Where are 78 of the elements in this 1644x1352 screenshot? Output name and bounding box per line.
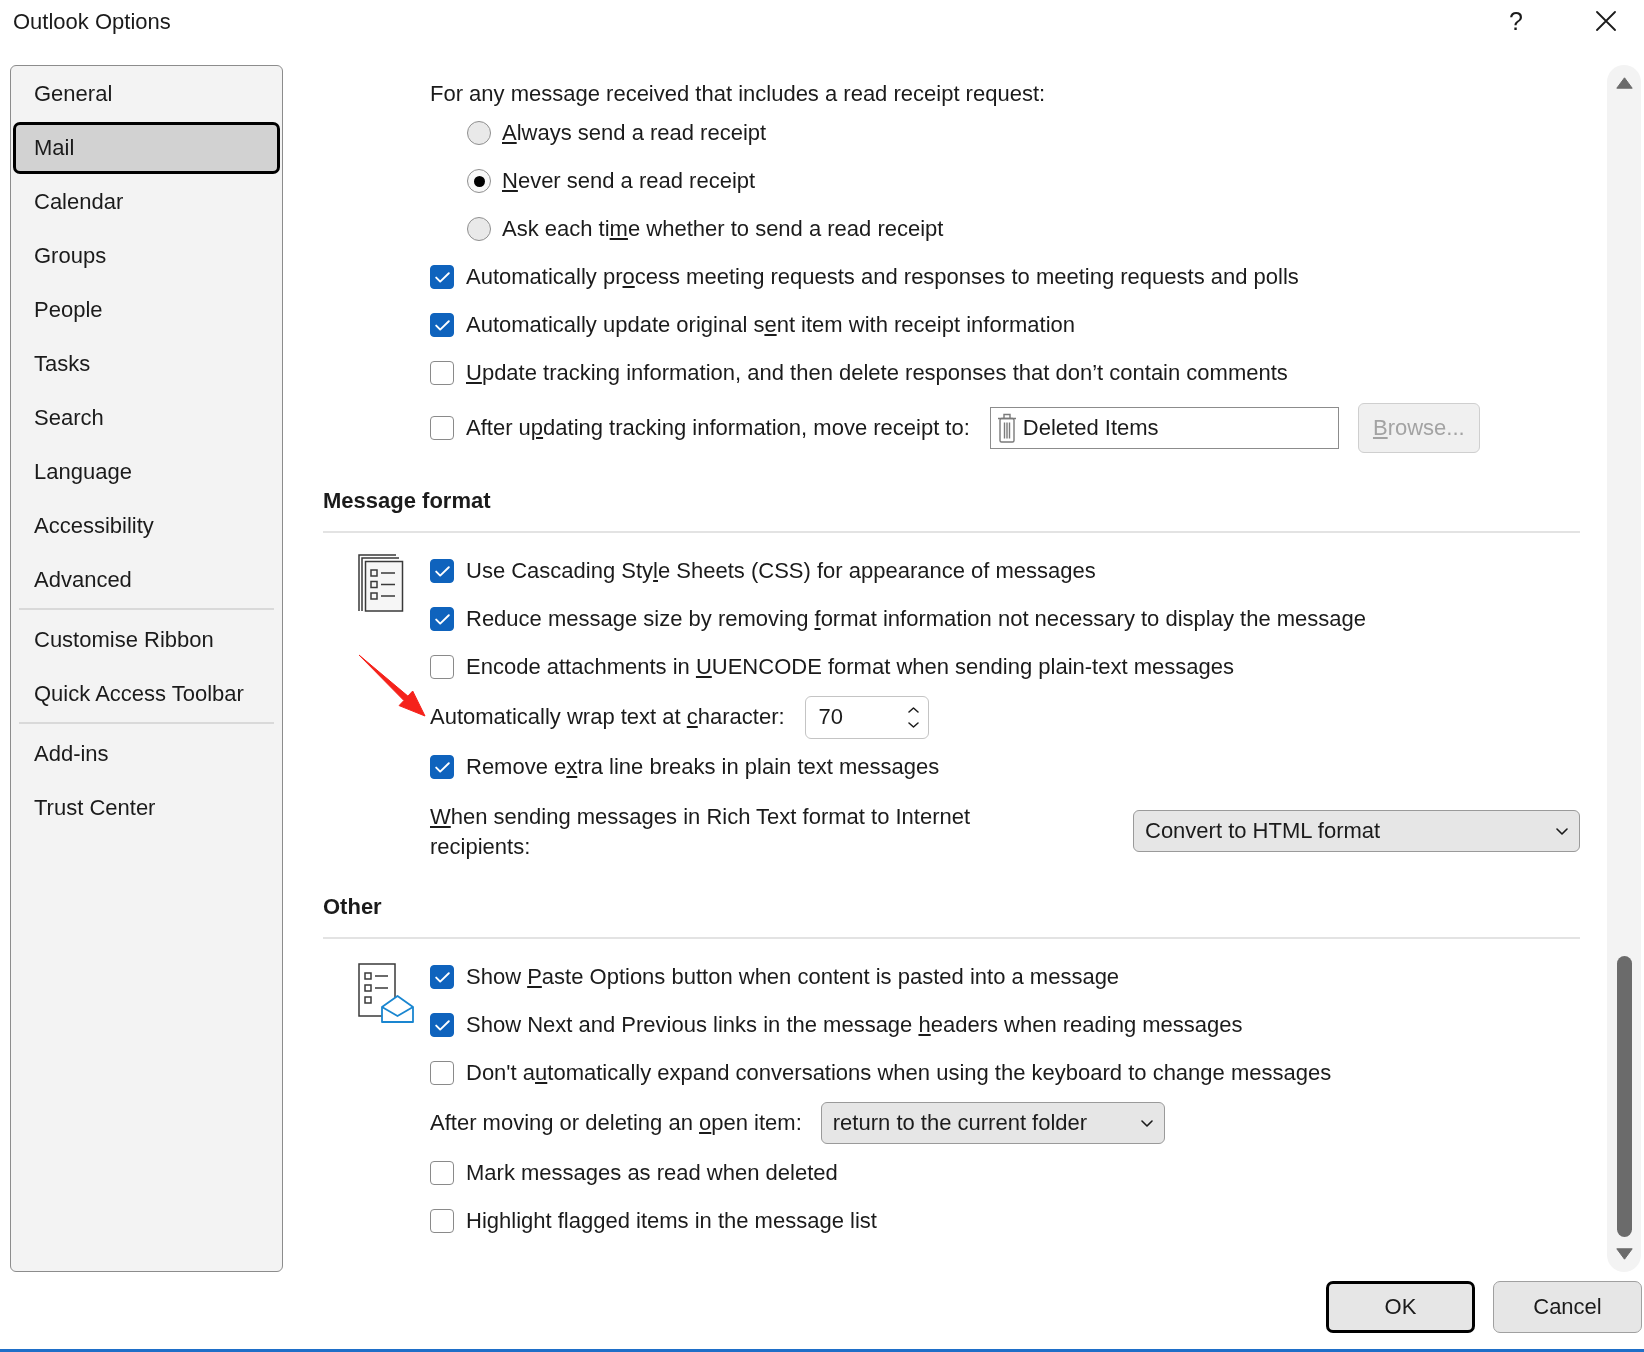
- checkbox[interactable]: [430, 1209, 454, 1233]
- checkmark-icon: [434, 613, 450, 625]
- checkbox-label: Highlight flagged items in the message list: [466, 1207, 877, 1235]
- section-heading: Other: [323, 894, 382, 919]
- checkbox-label: Show Next and Previous links in the message headers when reading messages: [466, 1011, 1243, 1039]
- section-heading: Message format: [323, 488, 491, 513]
- number-field[interactable]: 70: [804, 695, 929, 739]
- radio-label: Never send a read receipt: [502, 167, 756, 195]
- sidebar-item[interactable]: Quick Access Toolbar: [13, 667, 280, 720]
- checkbox[interactable]: [430, 755, 454, 779]
- close-icon: [1596, 11, 1616, 31]
- checkbox[interactable]: [430, 313, 454, 337]
- field-label: Automatically wrap text at character:: [430, 703, 785, 731]
- checkmark-icon: [434, 271, 450, 283]
- checkbox-label: Use Cascading Style Sheets (CSS) for appearance of messages: [466, 557, 1096, 585]
- checkbox[interactable]: [430, 265, 454, 289]
- radio-button[interactable]: [467, 217, 491, 241]
- checkbox[interactable]: [430, 361, 454, 385]
- checkmark-icon: [434, 319, 450, 331]
- checkbox[interactable]: [430, 559, 454, 583]
- sidebar-item[interactable]: Calendar: [13, 175, 280, 228]
- checkbox-label: Don't automatically expand conversations when using the keyboard to change messages: [466, 1059, 1332, 1087]
- dropdown[interactable]: return to the current folder: [820, 1102, 1165, 1144]
- sidebar-item[interactable]: Advanced: [13, 553, 280, 606]
- checkbox-label: Automatically process meeting requests and responses to meeting requests and polls: [466, 263, 1299, 291]
- checkmark-icon: [434, 971, 450, 983]
- checkmark-icon: [434, 1019, 450, 1031]
- folder-field[interactable]: Deleted Items: [989, 407, 1339, 449]
- sidebar-item[interactable]: Language: [13, 445, 280, 498]
- checkbox-label: Remove extra line breaks in plain text messages: [466, 753, 940, 781]
- scroll-down-icon[interactable]: [1615, 1248, 1633, 1260]
- scroll-up-icon[interactable]: [1615, 77, 1633, 89]
- list-envelope-icon: [358, 963, 414, 1023]
- prompt-text: For any message received that includes a read receipt request:: [430, 80, 1046, 108]
- sidebar-item[interactable]: Accessibility: [13, 499, 280, 552]
- sidebar-item[interactable]: Add-ins: [13, 727, 280, 780]
- chevron-down-icon[interactable]: [907, 721, 919, 728]
- radio-label: Always send a read receipt: [502, 119, 767, 147]
- checkbox-label: Reduce message size by removing format information not necessary to display the message: [466, 605, 1366, 633]
- checkbox-label: Show Paste Options button when content is pasted into a message: [466, 963, 1120, 991]
- checkmark-icon: [434, 761, 450, 773]
- checkbox[interactable]: [430, 1013, 454, 1037]
- checkbox[interactable]: [430, 1061, 454, 1085]
- dialog-button[interactable]: OK: [1326, 1281, 1475, 1333]
- sidebar-item[interactable]: Customise Ribbon: [13, 613, 280, 666]
- help-button[interactable]: ?: [1496, 4, 1536, 38]
- radio-button[interactable]: [467, 121, 491, 145]
- field-label: When sending messages in Rich Text format to Internet recipients:: [430, 803, 972, 861]
- checkmark-icon: [434, 565, 450, 577]
- sidebar-item[interactable]: Search: [13, 391, 280, 444]
- sidebar-item[interactable]: People: [13, 283, 280, 336]
- dropdown[interactable]: Convert to HTML format: [1133, 810, 1580, 852]
- checkbox-label: Automatically update original sent item with receipt information: [466, 311, 1075, 339]
- dialog-button[interactable]: Cancel: [1493, 1281, 1642, 1333]
- chevron-down-icon: [1140, 1119, 1153, 1127]
- checkbox[interactable]: [430, 965, 454, 989]
- dialog-title: Outlook Options: [13, 8, 171, 36]
- checkbox[interactable]: [430, 416, 454, 440]
- radio-button[interactable]: [467, 169, 491, 193]
- sidebar-item[interactable]: Trust Center: [13, 781, 280, 834]
- sidebar-item[interactable]: General: [13, 67, 280, 120]
- chevron-down-icon: [1556, 827, 1568, 835]
- sidebar-item[interactable]: Groups: [13, 229, 280, 282]
- checkbox-label: Encode attachments in UUENCODE format when sending plain-text messages: [466, 653, 1234, 681]
- scrollbar-thumb[interactable]: [1616, 956, 1632, 1237]
- list-document-icon: [358, 554, 404, 612]
- checkbox[interactable]: [430, 1161, 454, 1185]
- checkbox-label: Update tracking information, and then delete responses that don’t contain comments: [466, 359, 1288, 387]
- checkbox-label: Mark messages as read when deleted: [466, 1159, 838, 1187]
- radio-label: Ask each time whether to send a read receipt: [502, 215, 944, 243]
- field-label: After moving or deleting an open item:: [430, 1109, 802, 1137]
- checkbox[interactable]: [430, 655, 454, 679]
- sidebar-item[interactable]: Tasks: [13, 337, 280, 390]
- trash-icon: [996, 413, 1017, 443]
- chevron-up-icon[interactable]: [907, 706, 919, 713]
- checkbox[interactable]: [430, 607, 454, 631]
- checkbox-label: After updating tracking information, move receipt to:: [466, 414, 970, 442]
- sidebar-item[interactable]: Mail: [13, 121, 280, 174]
